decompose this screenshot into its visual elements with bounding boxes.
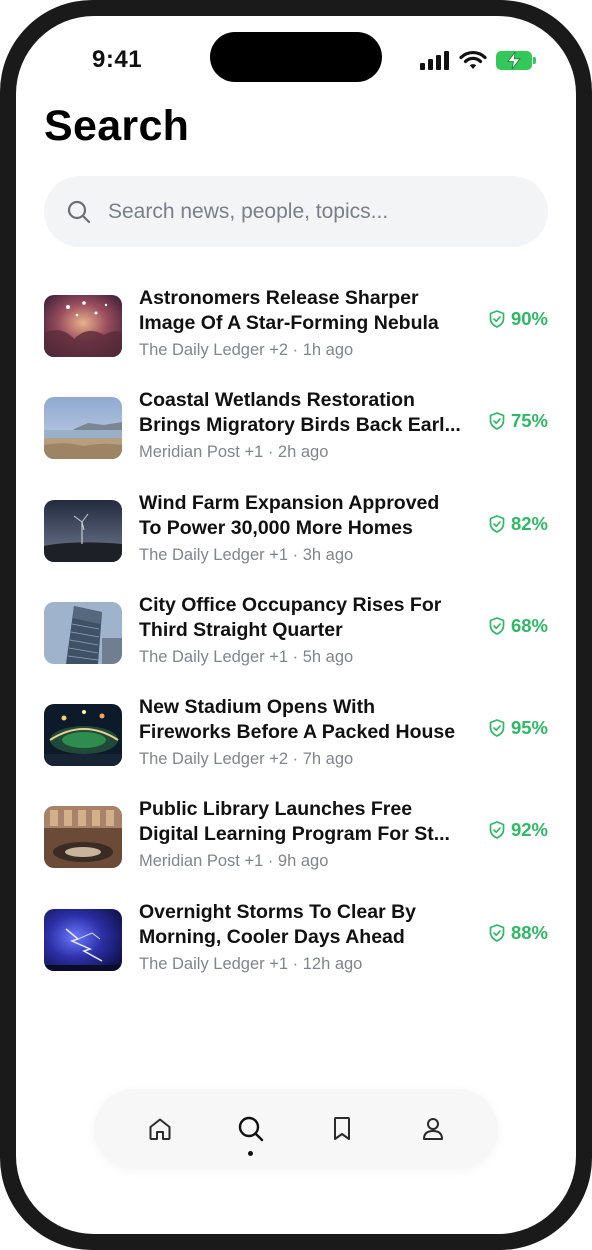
trust-score: 90%	[489, 308, 548, 330]
source-meta: Meridian Post +1 · 2h ago	[139, 443, 329, 462]
shield-check-icon	[489, 923, 505, 942]
nebula-thumbnail	[44, 295, 122, 357]
wifi-icon	[459, 50, 487, 69]
battery-charging-icon	[496, 50, 536, 70]
score-value: 90%	[510, 308, 548, 329]
headline: Astronomers Release Sharper Image Of A S…	[139, 287, 439, 334]
score-value: 68%	[510, 614, 548, 636]
profile-icon	[422, 1118, 443, 1140]
phone-frame: 9:41 Search Search news, people, topics.…	[0, 0, 592, 1250]
list-item[interactable]: Wind Farm Expansion Approved To Power 30…	[44, 491, 548, 593]
bookmark-icon	[333, 1117, 350, 1140]
list-item[interactable]: Astronomers Release Sharper Image Of A S…	[44, 286, 548, 388]
results-list: Astronomers Release Sharper Image Of A S…	[44, 286, 548, 1002]
shield-check-icon	[489, 412, 505, 431]
search-bar[interactable]	[44, 176, 548, 247]
shield-check-icon	[489, 514, 505, 533]
library-thumbnail	[44, 806, 122, 869]
source-meta: The Daily Ledger +2 · 7h ago	[139, 750, 354, 769]
page-title: Search	[44, 102, 190, 150]
tab-search[interactable]	[221, 1099, 281, 1159]
source-meta: Meridian Post +1 · 9h ago	[139, 852, 329, 871]
list-item[interactable]: New Stadium Opens With Fireworks Before …	[44, 695, 548, 797]
headline: Wind Farm Expansion Approved To Power 30…	[139, 491, 440, 539]
tab-bookmarks[interactable]	[312, 1099, 372, 1159]
screen: 9:41 Search Search news, people, topics.…	[16, 16, 576, 1234]
list-item[interactable]: Public Library Launches Free Digital Lea…	[44, 797, 548, 899]
headline: City Office Occupancy Rises For Third St…	[139, 593, 442, 641]
shield-check-icon	[489, 310, 505, 328]
list-item[interactable]: City Office Occupancy Rises For Third St…	[44, 593, 548, 695]
trust-score: 75%	[489, 410, 548, 432]
search-input[interactable]	[106, 198, 510, 225]
score-value: 82%	[510, 512, 548, 534]
source-meta: The Daily Ledger +2 · 1h ago	[139, 341, 354, 359]
score-value: 95%	[510, 717, 548, 739]
shield-check-icon	[489, 719, 505, 738]
list-item[interactable]: Coastal Wetlands Restoration Brings Migr…	[44, 388, 548, 490]
score-value: 88%	[510, 921, 548, 943]
source-meta: The Daily Ledger +1 · 5h ago	[139, 647, 354, 666]
search-icon	[67, 200, 91, 223]
score-value: 75%	[510, 410, 548, 432]
status-icons	[420, 50, 536, 70]
trust-score: 92%	[489, 819, 548, 841]
headline: Coastal Wetlands Restoration Brings Migr…	[139, 389, 461, 437]
shield-check-icon	[489, 617, 505, 635]
cellular-signal-icon	[420, 50, 449, 70]
wetlands-thumbnail	[44, 397, 122, 460]
shield-check-icon	[489, 821, 505, 840]
trust-score: 68%	[489, 615, 548, 637]
score-value: 92%	[510, 819, 548, 841]
list-item[interactable]: Overnight Storms To Clear By Morning, Co…	[44, 900, 548, 1002]
dynamic-island	[210, 32, 382, 82]
source-meta: The Daily Ledger +1 · 3h ago	[139, 545, 354, 564]
trust-score: 88%	[489, 922, 548, 944]
active-tab-indicator	[248, 1151, 253, 1156]
tab-bar	[94, 1089, 498, 1169]
source-meta: The Daily Ledger +1 · 12h ago	[139, 954, 363, 973]
stadium-thumbnail	[44, 704, 122, 767]
headline: Overnight Storms To Clear By Morning, Co…	[139, 900, 417, 948]
tab-profile[interactable]	[403, 1099, 463, 1159]
wind-farm-thumbnail	[44, 499, 122, 562]
tab-home[interactable]	[130, 1099, 190, 1159]
home-icon	[149, 1118, 170, 1140]
trust-score: 82%	[489, 513, 548, 535]
headline: Public Library Launches Free Digital Lea…	[139, 798, 450, 846]
office-tower-thumbnail	[44, 601, 122, 664]
headline: New Stadium Opens With Fireworks Before …	[139, 696, 456, 744]
trust-score: 95%	[489, 717, 548, 739]
search-icon	[238, 1116, 263, 1142]
status-time: 9:41	[92, 46, 143, 73]
storm-thumbnail	[44, 908, 122, 971]
